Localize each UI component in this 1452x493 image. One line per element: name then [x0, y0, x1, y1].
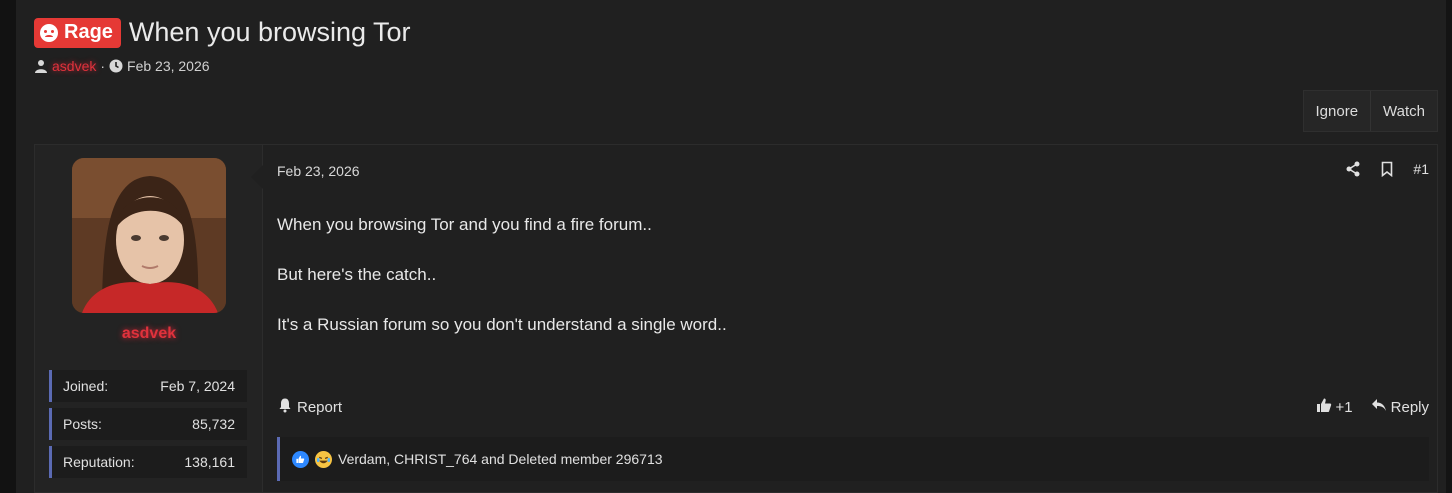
- reactions-text[interactable]: Verdam, CHRIST_764 and Deleted member 29…: [338, 451, 663, 467]
- reactions-bar[interactable]: Verdam, CHRIST_764 and Deleted member 29…: [277, 437, 1429, 481]
- meta-separator: ·: [100, 58, 106, 74]
- thread-title-row: Rage When you browsing Tor: [34, 17, 411, 48]
- thread-prefix-label: Rage: [64, 21, 113, 43]
- post-container: asdvek Joined: Feb 7, 2024 Posts: 85,732…: [34, 144, 1438, 493]
- stat-value: 138,161: [184, 454, 235, 470]
- post-number[interactable]: #1: [1413, 161, 1429, 177]
- post-paragraph: It's a Russian forum so you don't unders…: [277, 314, 727, 334]
- bell-icon: [277, 397, 293, 417]
- page-left-edge: [0, 0, 16, 493]
- thread-meta: asdvek · Feb 23, 2026: [34, 58, 210, 74]
- post-date[interactable]: Feb 23, 2026: [277, 163, 360, 179]
- stat-value: 85,732: [192, 416, 235, 432]
- stat-label: Joined:: [63, 378, 109, 394]
- like-button[interactable]: +1: [1316, 397, 1353, 417]
- post-main: Feb 23, 2026 #1 When you browsing Tor an…: [251, 145, 1437, 492]
- page-title: When you browsing Tor: [128, 17, 411, 47]
- bookmark-icon[interactable]: [1379, 161, 1395, 177]
- report-label: Report: [297, 398, 343, 416]
- reply-icon: [1371, 397, 1387, 417]
- watch-button[interactable]: Watch: [1370, 91, 1437, 131]
- thread-author-link[interactable]: asdvek: [52, 58, 96, 74]
- post-user-panel: asdvek Joined: Feb 7, 2024 Posts: 85,732…: [35, 145, 263, 492]
- stat-reputation: Reputation: 138,161: [49, 446, 247, 478]
- share-icon[interactable]: [1345, 161, 1361, 177]
- post-actions: Report +1 Reply: [277, 397, 1429, 417]
- stat-label: Reputation:: [63, 454, 135, 470]
- page-right-edge: [1446, 0, 1452, 493]
- post-body: When you browsing Tor and you find a fir…: [277, 213, 1417, 362]
- reply-label: Reply: [1390, 398, 1429, 416]
- stat-joined: Joined: Feb 7, 2024: [49, 370, 247, 402]
- thread-prefix-badge[interactable]: Rage: [34, 17, 121, 48]
- thread-date[interactable]: Feb 23, 2026: [127, 58, 210, 74]
- reply-button[interactable]: Reply: [1371, 397, 1429, 417]
- content-area: Rage When you browsing Tor asdvek · Feb …: [16, 0, 1446, 493]
- stat-label: Posts:: [63, 416, 102, 432]
- report-button[interactable]: Report: [277, 397, 342, 417]
- post-paragraph: But here's the catch..: [277, 264, 437, 284]
- post-username[interactable]: asdvek: [35, 325, 263, 343]
- ignore-button[interactable]: Ignore: [1304, 91, 1371, 131]
- like-reaction-icon: [292, 450, 309, 468]
- laugh-reaction-icon: [315, 450, 332, 468]
- post-arrow: [251, 165, 263, 189]
- thumbs-up-icon: [1316, 397, 1332, 417]
- post-paragraph: When you browsing Tor and you find a fir…: [277, 215, 652, 234]
- thread-actions: Ignore Watch: [1302, 90, 1438, 132]
- post-tools: #1: [1345, 161, 1437, 177]
- clock-icon: [109, 59, 123, 73]
- avatar[interactable]: [72, 158, 226, 313]
- stat-posts: Posts: 85,732: [49, 408, 247, 440]
- angry-face-icon: [40, 23, 58, 42]
- like-count: +1: [1335, 398, 1353, 416]
- post-right-actions: +1 Reply: [1316, 397, 1429, 417]
- stat-value: Feb 7, 2024: [160, 378, 235, 394]
- user-icon: [34, 59, 48, 73]
